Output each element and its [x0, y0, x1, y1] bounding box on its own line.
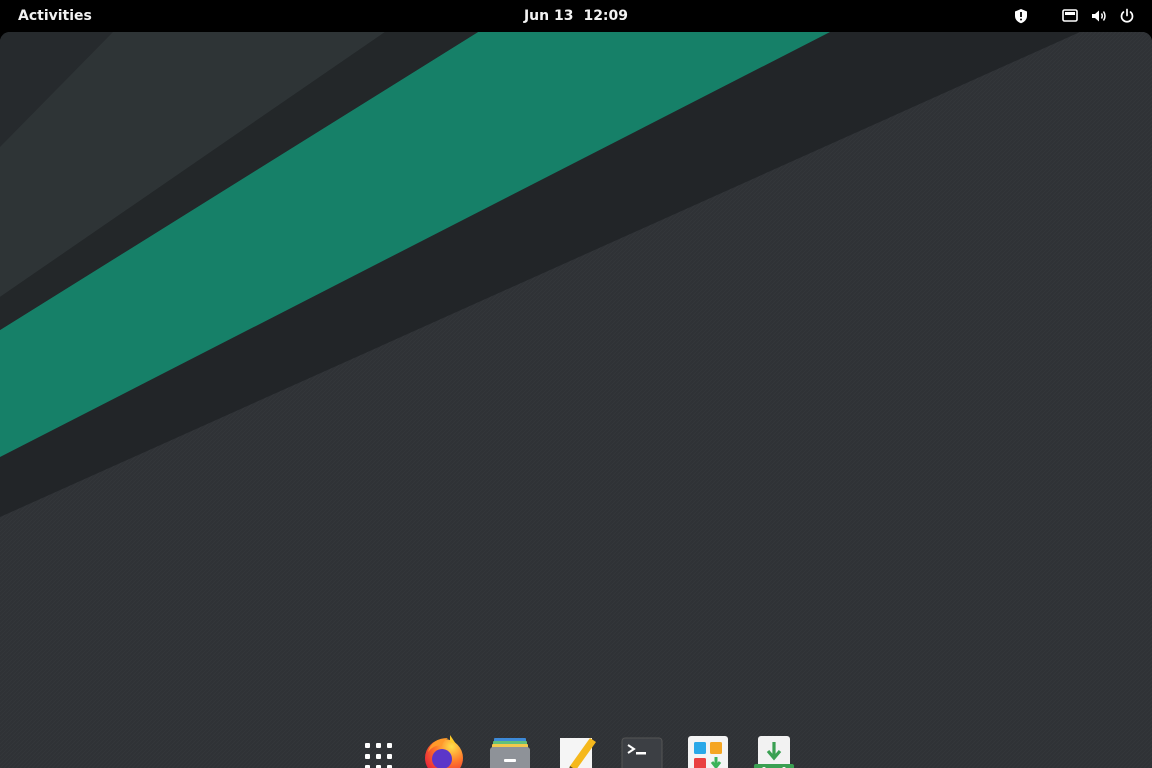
clock-date[interactable]: Jun 13: [524, 8, 574, 24]
network-icon[interactable]: [1061, 7, 1079, 25]
text-editor-icon[interactable]: [552, 732, 600, 768]
power-icon[interactable]: [1118, 7, 1136, 25]
activities-button[interactable]: Activities: [18, 0, 92, 32]
desktop[interactable]: [0, 32, 1152, 768]
installer-icon[interactable]: [750, 732, 798, 768]
grid-icon[interactable]: [354, 732, 402, 768]
terminal-icon[interactable]: [618, 732, 666, 768]
clock: Jun 13 12:09: [0, 0, 1152, 32]
shield-icon[interactable]: [1012, 7, 1030, 25]
software-icon[interactable]: [684, 732, 732, 768]
wallpaper: [0, 32, 1152, 768]
clock-time[interactable]: 12:09: [583, 8, 628, 24]
volume-icon[interactable]: [1090, 7, 1108, 25]
top-bar: Activities Jun 13 12:09: [0, 0, 1152, 32]
firefox-icon[interactable]: [420, 732, 468, 768]
files-icon[interactable]: [486, 732, 534, 768]
dock: [350, 724, 806, 768]
